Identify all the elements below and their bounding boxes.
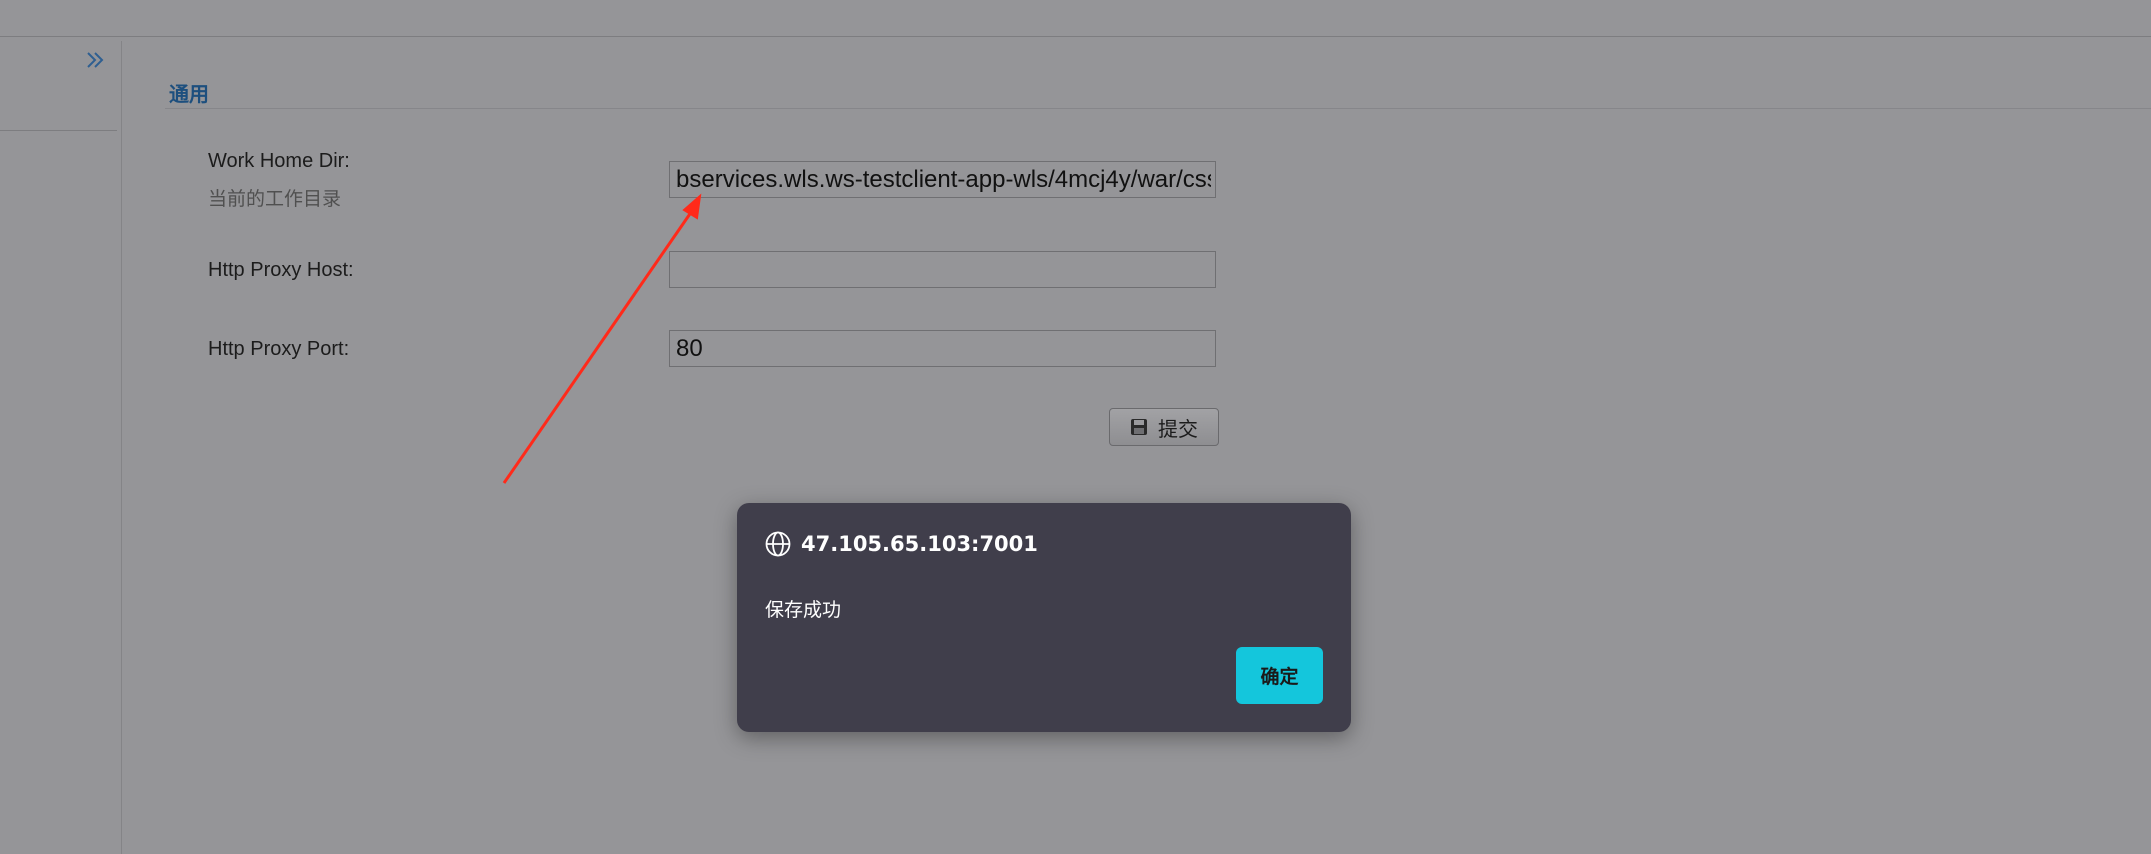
dialog-message: 保存成功 bbox=[765, 599, 842, 621]
section-title: 通用 bbox=[169, 82, 209, 106]
proxy-host-input[interactable] bbox=[669, 251, 1216, 288]
dialog-ok-button[interactable]: 确定 bbox=[1236, 647, 1323, 704]
top-divider bbox=[0, 36, 2151, 37]
proxy-port-label: Http Proxy Port: bbox=[208, 338, 350, 360]
sidebar-divider bbox=[0, 130, 117, 131]
submit-button-label: 提交 bbox=[1158, 416, 1198, 441]
dialog-header: 47.105.65.103:7001 bbox=[765, 531, 1038, 557]
section-divider bbox=[165, 108, 2151, 109]
proxy-host-label: Http Proxy Host: bbox=[208, 259, 354, 281]
submit-button[interactable]: 提交 bbox=[1109, 408, 1219, 446]
sidebar-border bbox=[121, 41, 122, 854]
save-icon bbox=[1131, 419, 1147, 435]
dialog-origin: 47.105.65.103:7001 bbox=[801, 532, 1038, 556]
sidebar-toggle-button[interactable] bbox=[82, 46, 108, 74]
work-home-dir-label: Work Home Dir: bbox=[208, 150, 350, 172]
alert-dialog: 47.105.65.103:7001 保存成功 确定 bbox=[737, 503, 1351, 732]
work-home-dir-sublabel: 当前的工作目录 bbox=[208, 188, 342, 210]
double-chevron-right-icon bbox=[87, 52, 104, 68]
page: 通用 Work Home Dir: 当前的工作目录 Http Proxy Hos… bbox=[0, 0, 2151, 854]
proxy-port-input[interactable] bbox=[669, 330, 1216, 367]
globe-icon bbox=[765, 531, 791, 557]
work-home-dir-input[interactable] bbox=[669, 161, 1216, 198]
